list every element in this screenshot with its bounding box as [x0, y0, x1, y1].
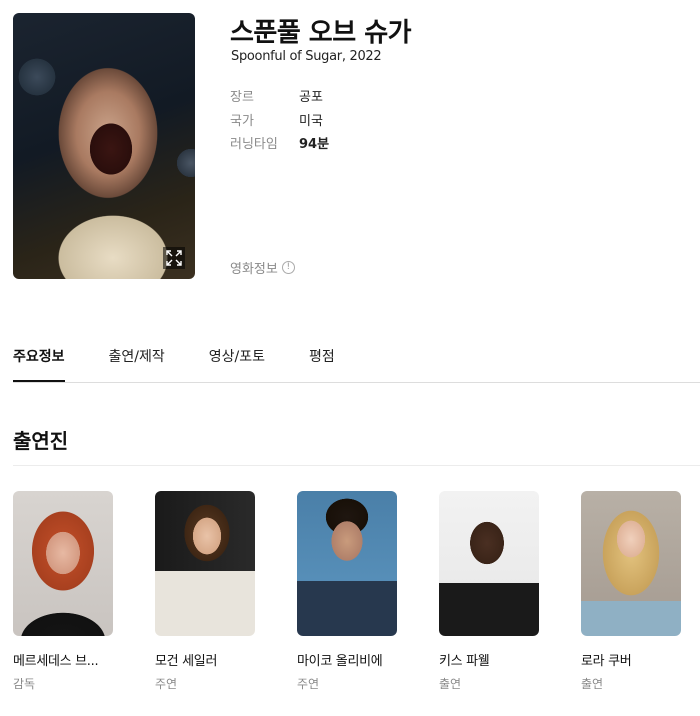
tab-divider: [13, 382, 700, 383]
cast-card[interactable]: 로라 쿠버 출연: [581, 491, 681, 692]
tab-bar: 주요정보 출연/제작 영상/포토 평점: [13, 346, 379, 382]
cast-list: 메르세데스 브... 감독 모건 세일러 주연 마이코 올리비에 주연 키스 파…: [13, 491, 681, 692]
cast-photo[interactable]: [155, 491, 255, 636]
section-divider: [13, 465, 700, 466]
tab-video-photo[interactable]: 영상/포토: [209, 346, 265, 382]
cast-card[interactable]: 메르세데스 브... 감독: [13, 491, 113, 692]
cast-photo[interactable]: [297, 491, 397, 636]
movie-info-label: 영화정보: [230, 262, 278, 277]
info-key: 러닝타임: [230, 137, 278, 152]
info-value: 미국: [299, 114, 323, 129]
info-value: 공포: [299, 90, 323, 105]
expand-icon[interactable]: [163, 247, 185, 269]
cast-name[interactable]: 메르세데스 브...: [13, 650, 113, 669]
cast-photo[interactable]: [581, 491, 681, 636]
movie-info-link[interactable]: 영화정보 !: [230, 258, 295, 277]
info-row-genre: 장르 공포: [230, 86, 323, 105]
cast-role: 출연: [439, 677, 462, 691]
cast-photo[interactable]: [13, 491, 113, 636]
expand-arrows-icon: [166, 250, 182, 266]
cast-card[interactable]: 마이코 올리비에 주연: [297, 491, 397, 692]
cast-role: 출연: [581, 677, 604, 691]
cast-name[interactable]: 마이코 올리비에: [297, 650, 397, 669]
cast-role: 주연: [297, 677, 320, 691]
tab-cast-crew[interactable]: 출연/제작: [109, 346, 165, 382]
info-key: 장르: [230, 90, 254, 105]
cast-card[interactable]: 키스 파웰 출연: [439, 491, 539, 692]
info-circle-icon[interactable]: !: [281, 261, 295, 274]
cast-name[interactable]: 로라 쿠버: [581, 650, 681, 669]
movie-subtitle: Spoonful of Sugar, 2022: [231, 49, 382, 64]
info-value: 94분: [299, 137, 330, 152]
tab-rating[interactable]: 평점: [309, 346, 335, 382]
cast-card[interactable]: 모건 세일러 주연: [155, 491, 255, 692]
tab-main-info[interactable]: 주요정보: [13, 346, 65, 382]
info-key: 국가: [230, 114, 254, 129]
cast-role: 주연: [155, 677, 178, 691]
cast-name[interactable]: 모건 세일러: [155, 650, 255, 669]
movie-poster[interactable]: [13, 13, 195, 279]
info-row-country: 국가 미국: [230, 110, 323, 129]
cast-photo[interactable]: [439, 491, 539, 636]
cast-name[interactable]: 키스 파웰: [439, 650, 539, 669]
movie-title: 스푼풀 오브 슈가: [230, 18, 412, 48]
cast-role: 감독: [13, 677, 36, 691]
section-title-cast: 출연진: [13, 429, 69, 453]
info-row-runtime: 러닝타임 94분: [230, 133, 329, 152]
